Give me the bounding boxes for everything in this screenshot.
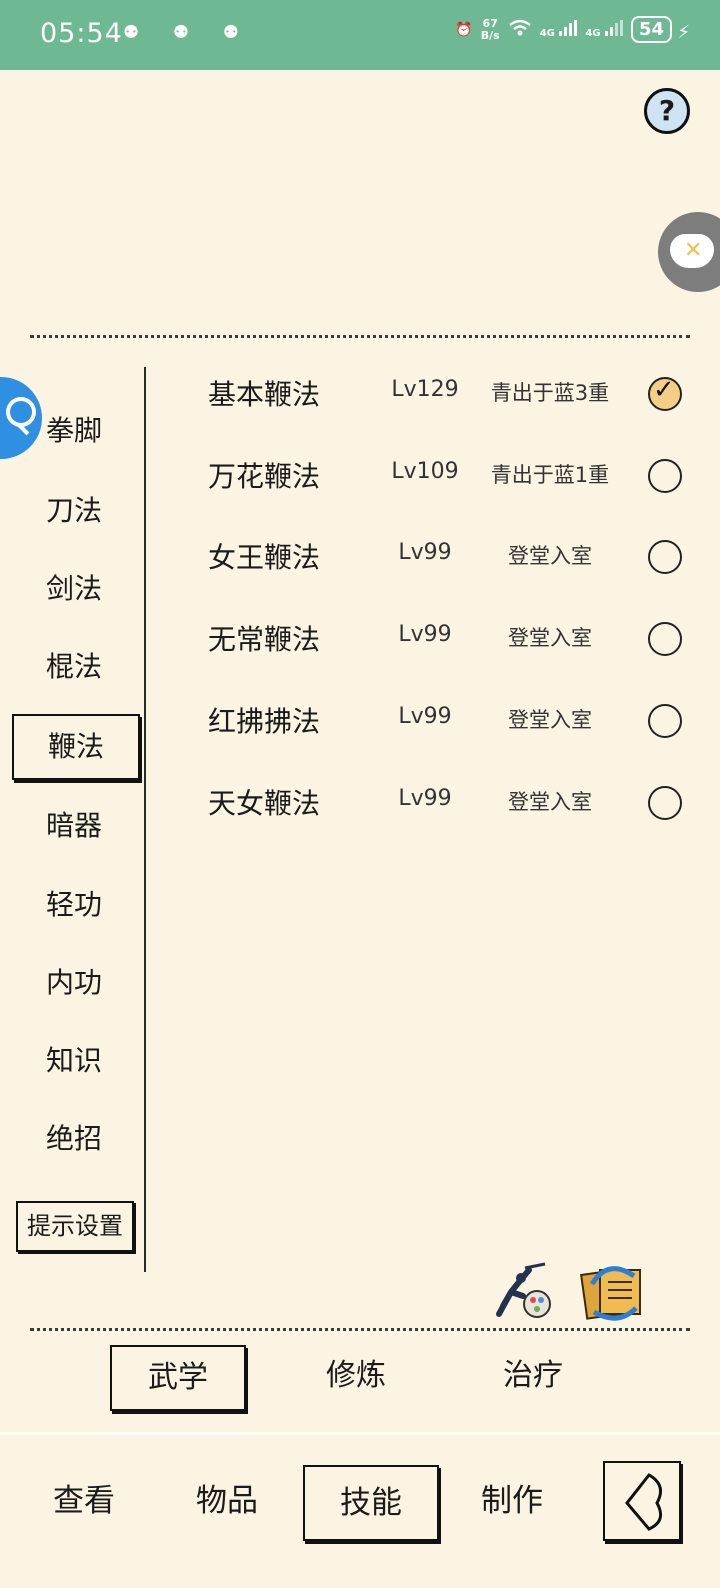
skill-row[interactable]: 万花鞭法 Lv109 青出于蓝1重 — [160, 445, 700, 505]
back-arrow-icon — [625, 1473, 663, 1531]
skill-row[interactable]: 无常鞭法 Lv99 登堂入室 — [160, 608, 700, 668]
skill-rank: 青出于蓝3重 — [490, 381, 610, 405]
skill-level: Lv129 — [391, 377, 459, 402]
nav-craft[interactable]: 制作 — [446, 1465, 578, 1537]
martial-artist-icon[interactable] — [489, 1262, 557, 1322]
skill-select-radio[interactable] — [648, 459, 682, 493]
category-item[interactable]: 棍法 — [12, 636, 136, 698]
divider-top — [30, 335, 690, 338]
nav-view[interactable]: 查看 — [18, 1465, 150, 1537]
skill-row[interactable]: 基本鞭法 Lv129 青出于蓝3重 ✓ — [160, 363, 700, 423]
vertical-divider — [144, 367, 146, 1272]
subtab-cultivate[interactable]: 修炼 — [290, 1345, 422, 1407]
signal-icon: 4G — [540, 19, 578, 40]
nav-items[interactable]: 物品 — [161, 1465, 293, 1537]
charging-icon: ⚡ — [677, 22, 690, 43]
subtab-martial[interactable]: 武学 — [110, 1345, 246, 1411]
status-bar: 05:54 ⚉ ⚉ ⚉ ⏰ 67 B/s 4G 4G 54 ⚡ — [0, 0, 720, 70]
skill-level: Lv99 — [398, 704, 452, 729]
book-swap-icon[interactable] — [578, 1262, 648, 1322]
gamepad-float-button[interactable]: ✕ — [658, 212, 720, 292]
skill-name: 女王鞭法 — [208, 541, 321, 574]
help-button[interactable]: ? — [644, 88, 690, 134]
wifi-icon — [508, 19, 532, 41]
skill-level: Lv99 — [398, 786, 452, 811]
cross-icon: ✕ — [684, 238, 703, 263]
skill-name: 基本鞭法 — [208, 378, 321, 411]
category-item[interactable]: 轻功 — [12, 874, 136, 936]
skill-row[interactable]: 红拂拂法 Lv99 登堂入室 — [160, 690, 700, 750]
status-time: 05:54 — [40, 18, 123, 49]
skill-select-radio[interactable] — [648, 540, 682, 574]
notification-icons: ⚉ ⚉ ⚉ — [123, 22, 253, 43]
category-item-active[interactable]: 鞭法 — [12, 714, 140, 780]
skill-rank: 青出于蓝1重 — [490, 463, 610, 487]
skill-name: 万花鞭法 — [208, 460, 321, 493]
category-item[interactable]: 暗器 — [12, 795, 136, 857]
skill-name: 天女鞭法 — [208, 787, 321, 820]
category-item[interactable]: 剑法 — [12, 558, 136, 620]
skill-level: Lv109 — [391, 459, 459, 484]
skill-rank: 登堂入室 — [508, 708, 592, 732]
category-item[interactable]: 知识 — [12, 1030, 136, 1092]
skill-rank: 登堂入室 — [508, 790, 592, 814]
skill-select-radio[interactable]: ✓ — [648, 375, 682, 411]
skill-select-radio[interactable] — [648, 622, 682, 656]
skill-select-radio[interactable] — [648, 786, 682, 820]
check-icon: ✓ — [653, 375, 675, 405]
category-item[interactable]: 拳脚 — [12, 400, 136, 462]
alarm-icon: ⏰ — [455, 21, 473, 38]
skill-rank: 登堂入室 — [508, 544, 592, 568]
nav-skills[interactable]: 技能 — [303, 1465, 439, 1541]
subtab-heal[interactable]: 治疗 — [467, 1345, 599, 1407]
skill-select-radio[interactable] — [648, 704, 682, 738]
net-speed: 67 B/s — [480, 16, 500, 42]
status-indicators: ⏰ 67 B/s 4G 4G 54 — [455, 16, 672, 43]
skill-rank: 登堂入室 — [508, 626, 592, 650]
section-separator — [0, 1432, 720, 1435]
skill-level: Lv99 — [398, 622, 452, 647]
hint-settings-button[interactable]: 提示设置 — [16, 1201, 134, 1252]
skill-name: 无常鞭法 — [208, 623, 321, 656]
battery-indicator: 54 — [630, 16, 672, 43]
divider-bottom — [30, 1328, 690, 1331]
signal-icon: 4G — [585, 19, 623, 40]
skill-level: Lv99 — [398, 540, 452, 565]
skill-row[interactable]: 女王鞭法 Lv99 登堂入室 — [160, 526, 700, 586]
category-item[interactable]: 内功 — [12, 952, 136, 1014]
skill-row[interactable]: 天女鞭法 Lv99 登堂入室 — [160, 772, 700, 832]
skill-name: 红拂拂法 — [208, 705, 321, 738]
category-item[interactable]: 刀法 — [12, 480, 136, 542]
back-button[interactable] — [603, 1461, 681, 1541]
category-item[interactable]: 绝招 — [12, 1108, 136, 1170]
